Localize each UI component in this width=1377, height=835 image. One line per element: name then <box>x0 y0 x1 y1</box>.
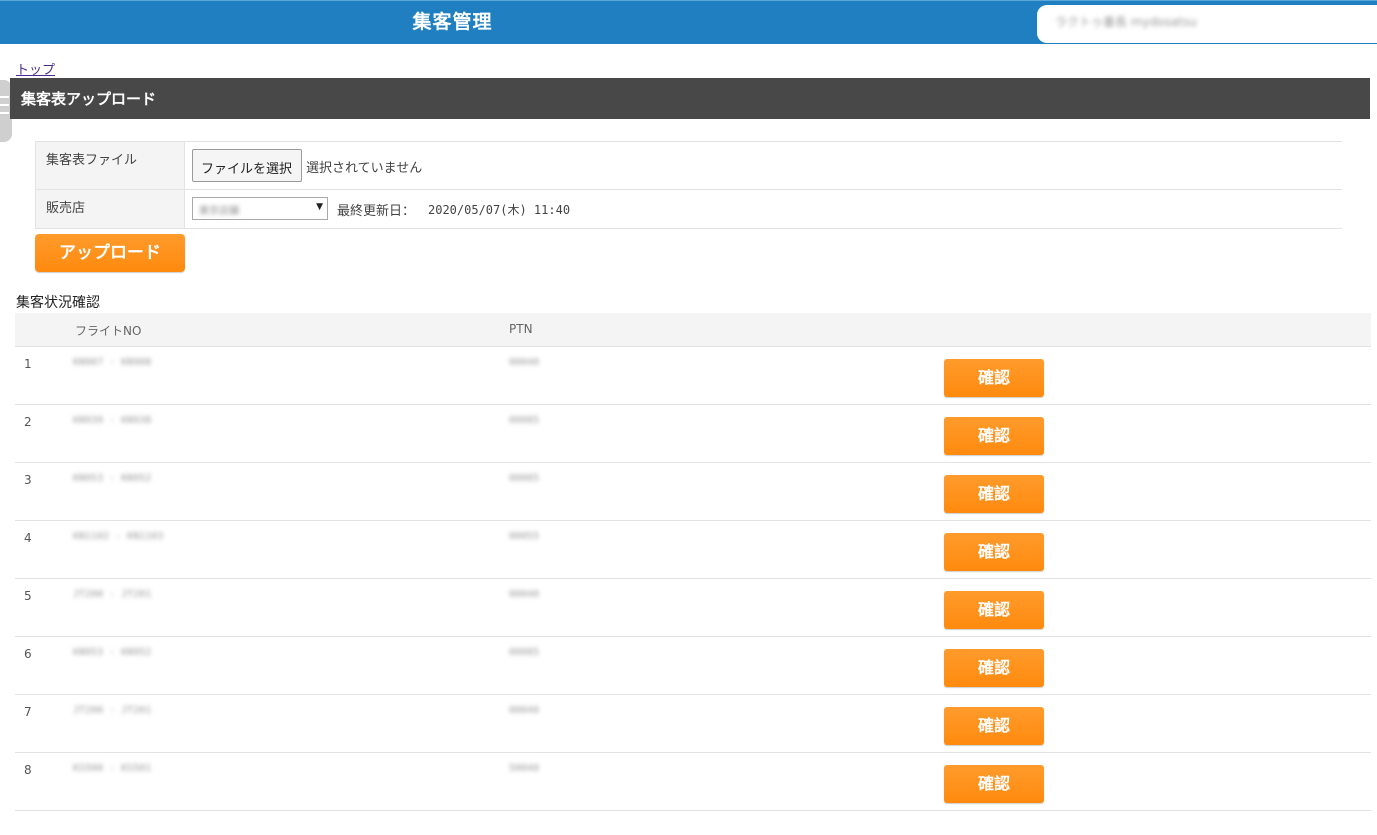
flight-number: KN907 - KN908 <box>73 357 152 368</box>
ptn-value: 00055 <box>509 531 540 542</box>
header-ptn: PTN <box>509 322 533 336</box>
list-title: 集客状況確認 <box>16 295 100 311</box>
ptn-value: 00085 <box>509 647 540 658</box>
confirm-button[interactable]: 確認 <box>944 765 1044 803</box>
menu-line-icon <box>0 104 9 106</box>
row-number: 5 <box>24 589 32 603</box>
ptn-value: 50040 <box>509 763 540 774</box>
ptn-value: 00040 <box>509 705 540 716</box>
flight-number: KN953 - KN952 <box>73 647 152 658</box>
table-row: 7 JT200 - JT201 00040 確認 <box>15 695 1371 753</box>
menu-line-icon <box>0 96 9 98</box>
table-row: 4 KN1102 - KN1103 00055 確認 <box>15 521 1371 579</box>
form-row-store: 販売店 東京店舗 ▼ 最終更新日： 2020/05/07(木) 11:40 <box>35 190 1342 229</box>
row-number: 3 <box>24 473 32 487</box>
upload-button[interactable]: アップロード <box>35 234 185 272</box>
app-header: 集客管理 ラクトゥ番長 mydosatsu <box>0 0 1377 44</box>
confirm-button[interactable]: 確認 <box>944 649 1044 687</box>
flight-number: KN939 - KN938 <box>73 415 152 426</box>
section-title: 集客表アップロード <box>10 78 1370 119</box>
user-name: ラクトゥ番長 mydosatsu <box>1055 15 1197 29</box>
row-number: 7 <box>24 705 32 719</box>
confirm-button[interactable]: 確認 <box>944 359 1044 397</box>
row-number: 8 <box>24 763 32 777</box>
store-label: 販売店 <box>35 190 185 228</box>
table-row: 3 KN953 - KN952 00085 確認 <box>15 463 1371 521</box>
header-flight: フライトNO <box>75 324 142 338</box>
choose-file-button[interactable]: ファイルを選択 <box>192 149 302 182</box>
last-updated-value: 2020/05/07(木) 11:40 <box>428 203 571 217</box>
store-select[interactable]: 東京店舗 ▼ <box>192 197 328 220</box>
form-row-file: 集客表ファイル ファイルを選択 選択されていません <box>35 142 1342 190</box>
upload-form: 集客表ファイル ファイルを選択 選択されていません 販売店 東京店舗 ▼ 最終更… <box>35 141 1342 229</box>
row-number: 4 <box>24 531 32 545</box>
flight-number: KN1102 - KN1103 <box>73 531 164 542</box>
flight-number: KS500 - KS501 <box>73 763 152 774</box>
confirm-button[interactable]: 確認 <box>944 417 1044 455</box>
row-number: 1 <box>24 357 32 371</box>
file-label: 集客表ファイル <box>35 142 185 189</box>
row-number: 2 <box>24 415 32 429</box>
user-info[interactable]: ラクトゥ番長 mydosatsu <box>1037 5 1377 43</box>
confirm-button[interactable]: 確認 <box>944 533 1044 571</box>
table-row: 1 KN907 - KN908 00040 確認 <box>15 347 1371 405</box>
page-title: 集客管理 <box>412 11 493 33</box>
store-selected-value: 東京店舗 <box>199 206 239 217</box>
last-updated-label: 最終更新日： <box>337 204 416 219</box>
table-row: 8 KS500 - KS501 50040 確認 <box>15 753 1371 811</box>
row-number: 6 <box>24 647 32 661</box>
flight-number: JT200 - JT201 <box>73 589 152 600</box>
ptn-value: 00085 <box>509 415 540 426</box>
table-row: 5 JT200 - JT201 00040 確認 <box>15 579 1371 637</box>
breadcrumb-top-link[interactable]: トップ <box>16 59 55 78</box>
ptn-value: 00085 <box>509 473 540 484</box>
flight-number: JT200 - JT201 <box>73 705 152 716</box>
confirm-button[interactable]: 確認 <box>944 591 1044 629</box>
table-row: 6 KN953 - KN952 00085 確認 <box>15 637 1371 695</box>
confirm-button[interactable]: 確認 <box>944 707 1044 745</box>
menu-line-icon <box>0 112 9 114</box>
list-header: フライトNO PTN <box>15 313 1371 347</box>
ptn-value: 00040 <box>509 589 540 600</box>
flight-number: KN953 - KN952 <box>73 473 152 484</box>
ptn-value: 00040 <box>509 357 540 368</box>
status-list: フライトNO PTN 1 KN907 - KN908 00040 確認 2 KN939 -… <box>15 313 1371 811</box>
table-row: 2 KN939 - KN938 00085 確認 <box>15 405 1371 463</box>
confirm-button[interactable]: 確認 <box>944 475 1044 513</box>
file-status: 選択されていません <box>306 161 423 176</box>
chevron-down-icon: ▼ <box>316 202 323 212</box>
